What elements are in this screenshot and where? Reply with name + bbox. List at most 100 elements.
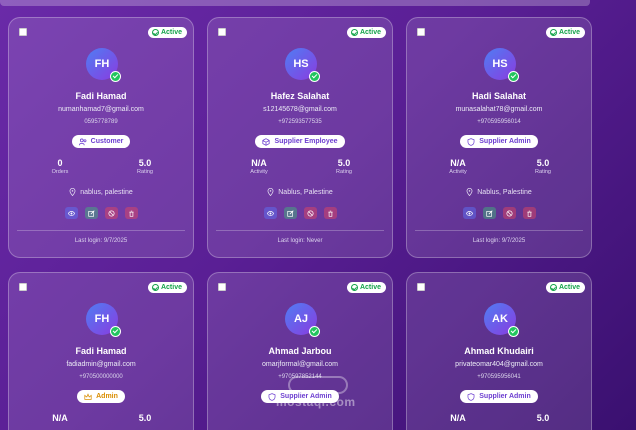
location: Nablus, Palestine: [208, 188, 392, 196]
check-circle-icon: [549, 29, 557, 36]
last-login: Last login: 9/7/2025: [472, 238, 526, 244]
rating-stat: 5.0 Rating: [137, 158, 153, 175]
user-card: Active HS Hafez Salahat s12145678@gmail.…: [207, 17, 393, 258]
edit-icon: [87, 209, 95, 217]
status-badge: Active: [346, 27, 386, 38]
role-badge: Admin: [77, 390, 125, 403]
user-phone: 0595778789: [84, 119, 118, 125]
status-badge: Active: [147, 27, 187, 38]
trash-icon: [128, 210, 134, 217]
user-name: Fadi Hamad: [75, 346, 127, 356]
view-button[interactable]: [64, 207, 78, 219]
block-button[interactable]: [104, 207, 118, 219]
user-card: Active HS Hadi Salahat munasalahat78@gma…: [406, 17, 592, 258]
block-button[interactable]: [502, 207, 516, 219]
eye-icon: [465, 210, 473, 216]
card-actions: [9, 207, 193, 219]
verified-icon: [508, 326, 519, 337]
avatar: FH: [86, 303, 121, 337]
status-badge: Active: [147, 282, 187, 293]
user-email: fadiadmin@gmail.com: [66, 361, 136, 368]
map-pin-icon: [466, 188, 473, 196]
rating-stat: 5.0 Rating: [336, 158, 352, 175]
select-checkbox[interactable]: [218, 28, 226, 36]
avatar: AK: [484, 303, 519, 337]
delete-button[interactable]: [522, 207, 536, 219]
verified-icon: [110, 326, 121, 337]
user-card: Active FH Fadi Hamad fadiadmin@gmail.com…: [8, 272, 194, 430]
activity-stat: N/A Activity: [250, 158, 268, 175]
trash-icon: [526, 210, 532, 217]
verified-icon: [309, 71, 320, 82]
user-name: Hafez Salahat: [270, 91, 330, 101]
role-badge: Supplier Admin: [460, 135, 538, 148]
watermark: mostaql.com: [276, 395, 356, 409]
view-button[interactable]: [263, 207, 277, 219]
delete-button[interactable]: [124, 207, 138, 219]
select-checkbox[interactable]: [417, 283, 425, 291]
location: Nablus, Palestine: [407, 188, 591, 196]
user-email: privateomar404@gmail.com: [455, 361, 543, 368]
last-login: Last login: 9/7/2025: [74, 238, 128, 244]
check-circle-icon: [350, 284, 358, 291]
user-email: s12145678@gmail.com: [263, 106, 337, 113]
activity-stat: N/A: [52, 413, 68, 423]
select-checkbox[interactable]: [218, 283, 226, 291]
user-phone: +970500000000: [79, 374, 123, 380]
card-actions: [208, 207, 392, 219]
edit-button[interactable]: [84, 207, 98, 219]
delete-button[interactable]: [323, 207, 337, 219]
orders-stat: 0 Orders: [51, 158, 69, 175]
ban-icon: [306, 209, 314, 217]
check-circle-icon: [151, 29, 159, 36]
edit-button[interactable]: [283, 207, 297, 219]
user-name: Hadi Salahat: [471, 91, 527, 101]
users-icon: [78, 138, 87, 145]
ban-icon: [107, 209, 115, 217]
select-checkbox[interactable]: [19, 28, 27, 36]
role-badge: Customer: [71, 135, 131, 148]
user-phone: +972593577535: [278, 119, 322, 125]
edit-button[interactable]: [482, 207, 496, 219]
trash-icon: [327, 210, 333, 217]
user-card: Active FH Fadi Hamad numanhamad7@gmail.c…: [8, 17, 194, 258]
user-name: Ahmad Jarbou: [268, 346, 332, 356]
ban-icon: [505, 209, 513, 217]
role-badge: Supplier Admin: [460, 390, 538, 403]
avatar: HS: [285, 48, 320, 82]
select-checkbox[interactable]: [417, 28, 425, 36]
crown-icon: [84, 392, 92, 400]
watermark-logo: [288, 376, 348, 394]
top-scroll-edge: [0, 0, 590, 6]
eye-icon: [67, 210, 75, 216]
user-phone: +970595956014: [477, 119, 521, 125]
card-actions: [407, 207, 591, 219]
status-badge: Active: [346, 282, 386, 293]
view-button[interactable]: [462, 207, 476, 219]
map-pin-icon: [69, 188, 76, 196]
edit-icon: [286, 209, 294, 217]
check-circle-icon: [151, 284, 159, 291]
map-pin-icon: [267, 188, 274, 196]
select-checkbox[interactable]: [19, 283, 27, 291]
user-email: numanhamad7@gmail.com: [58, 106, 144, 113]
activity-stat: N/A: [450, 413, 466, 423]
check-circle-icon: [350, 29, 358, 36]
block-button[interactable]: [303, 207, 317, 219]
user-phone: +970595956041: [477, 374, 521, 380]
check-circle-icon: [549, 284, 557, 291]
status-badge: Active: [545, 282, 585, 293]
verified-icon: [309, 326, 320, 337]
role-badge: Supplier Employee: [255, 135, 345, 148]
avatar: FH: [86, 48, 121, 82]
rating-stat: 5.0: [536, 413, 550, 423]
divider: [216, 230, 384, 231]
user-name: Ahmad Khudairi: [464, 346, 534, 356]
box-icon: [262, 137, 271, 146]
last-login: Last login: Never: [277, 238, 323, 244]
activity-stat: N/A Activity: [449, 158, 467, 175]
user-name: Fadi Hamad: [75, 91, 127, 101]
user-email: omarjformal@gmail.com: [262, 361, 338, 368]
user-card: Active AK Ahmad Khudairi privateomar404@…: [406, 272, 592, 430]
users-grid: Active FH Fadi Hamad numanhamad7@gmail.c…: [8, 17, 592, 430]
